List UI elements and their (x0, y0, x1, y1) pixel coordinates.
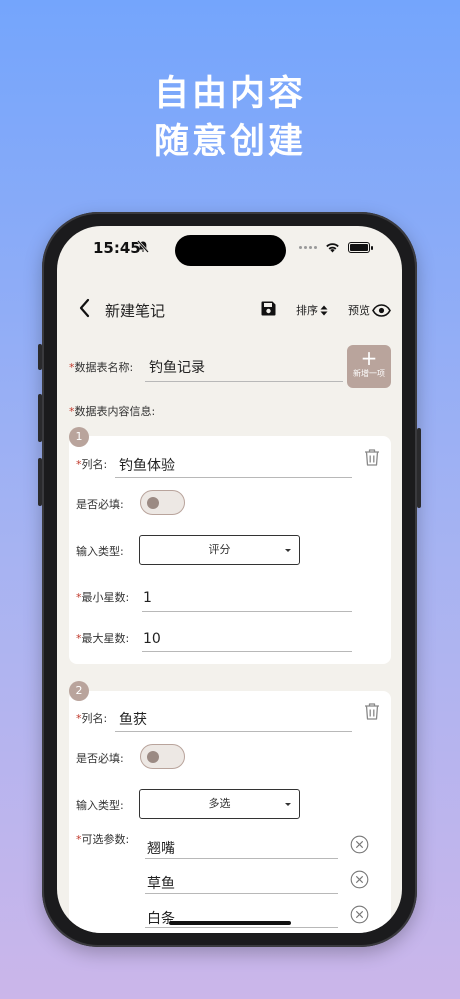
plus-icon: + (360, 346, 378, 370)
table-name-input[interactable]: 钓鱼记录 (149, 357, 205, 377)
status-bar: 15:45 (57, 226, 402, 270)
max-stars-input[interactable]: 10 (143, 631, 161, 647)
max-stars-label: *最大星数: (76, 630, 129, 646)
dropdown-caret-icon (285, 803, 291, 806)
column-name-label-text: 列名: (81, 458, 108, 471)
input-type-label: 输入类型: (76, 545, 124, 558)
min-stars-underline (142, 611, 352, 612)
options-label: *可选参数: (76, 831, 129, 847)
max-stars-underline (142, 651, 352, 652)
app-screen: 15:45 新建笔记 排序 预览 *数据表名称: 钓鱼记录 + 新增一项 *数据… (57, 226, 402, 933)
delete-icon[interactable] (363, 702, 381, 721)
option-input[interactable]: 草鱼 (147, 873, 175, 893)
power-button (417, 428, 421, 508)
option-underline (145, 858, 338, 859)
option-underline (145, 893, 338, 894)
volume-down-button (38, 458, 42, 506)
remove-option-icon[interactable] (350, 835, 369, 854)
input-type-select[interactable]: 多选 (139, 789, 300, 819)
input-type-value: 多选 (208, 797, 231, 810)
sort-arrows-icon (320, 305, 328, 315)
input-type-select[interactable]: 评分 (139, 535, 300, 565)
save-icon[interactable] (260, 300, 277, 317)
min-stars-label-text: 最小星数: (81, 591, 130, 604)
option-input[interactable]: 白条 (147, 908, 175, 928)
sort-label: 排序 (296, 304, 318, 317)
table-name-underline (145, 381, 343, 382)
option-underline (145, 927, 338, 928)
remove-option-icon[interactable] (350, 870, 369, 889)
sort-button[interactable]: 排序 (296, 302, 328, 318)
required-label: 是否必填: (76, 498, 124, 511)
input-type-value: 评分 (208, 543, 231, 556)
volume-up-button (38, 394, 42, 442)
hero-title: 自由内容 随意创建 (0, 70, 460, 166)
delete-icon[interactable] (363, 448, 381, 467)
preview-button[interactable]: 预览 (348, 302, 391, 318)
hero-line-2: 随意创建 (153, 122, 306, 162)
table-content-label: *数据表内容信息: (69, 403, 155, 419)
add-item-label: 新增一项 (353, 369, 385, 378)
min-stars-label: *最小星数: (76, 589, 129, 605)
options-label-text: 可选参数: (81, 833, 130, 846)
column-name-underline (115, 731, 352, 732)
remove-option-icon[interactable] (350, 905, 369, 924)
column-name-input[interactable]: 钓鱼体验 (119, 455, 175, 475)
back-icon[interactable] (77, 297, 91, 319)
page-title: 新建笔记 (105, 302, 166, 320)
phone-frame: 15:45 新建笔记 排序 预览 *数据表名称: 钓鱼记录 + 新增一项 *数据… (38, 212, 421, 947)
battery-icon (348, 242, 373, 253)
muted-bell-icon (137, 240, 149, 253)
status-time: 15:45 (93, 239, 141, 257)
nav-bar: 新建笔记 排序 预览 (57, 294, 402, 324)
input-type-label: 输入类型: (76, 799, 124, 812)
wifi-icon (326, 243, 339, 253)
required-toggle[interactable] (140, 490, 185, 515)
dropdown-caret-icon (285, 549, 291, 552)
table-content-label-text: 数据表内容信息: (74, 405, 156, 418)
max-stars-label-text: 最大星数: (81, 632, 130, 645)
hero-line-1: 自由内容 (153, 74, 306, 114)
home-indicator (169, 921, 291, 925)
option-input[interactable]: 翘嘴 (147, 838, 175, 858)
item-index-badge: 2 (69, 681, 89, 701)
add-item-button[interactable]: + 新增一项 (347, 345, 391, 388)
signal-dots-icon (299, 246, 317, 249)
column-name-label: *列名: (76, 710, 107, 726)
status-indicators (299, 242, 373, 253)
min-stars-input[interactable]: 1 (143, 590, 152, 606)
required-toggle[interactable] (140, 744, 185, 769)
column-name-underline (115, 477, 352, 478)
mute-switch (38, 344, 42, 370)
required-label: 是否必填: (76, 752, 124, 765)
table-name-label: *数据表名称: (69, 359, 133, 375)
item-index-badge: 1 (69, 427, 89, 447)
toggle-knob (147, 497, 159, 509)
toggle-knob (147, 751, 159, 763)
column-name-label-text: 列名: (81, 712, 108, 725)
column-name-input[interactable]: 鱼获 (119, 709, 147, 729)
preview-label: 预览 (348, 304, 370, 317)
table-name-label-text: 数据表名称: (74, 361, 134, 374)
eye-icon (372, 303, 391, 317)
column-name-label: *列名: (76, 456, 107, 472)
